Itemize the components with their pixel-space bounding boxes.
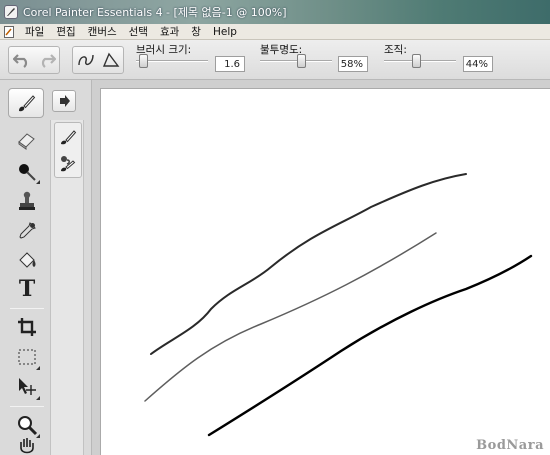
title-bar: Corel Painter Essentials 4 - [제목 없음-1 @ … [0, 0, 550, 24]
eraser-tool[interactable] [12, 124, 42, 154]
crop-icon [18, 318, 36, 336]
text-icon: T [18, 276, 36, 302]
redo-icon[interactable] [34, 47, 59, 73]
grain-slider[interactable] [384, 54, 456, 68]
arrow-right-icon [60, 95, 70, 107]
menu-bar: 파일 편집 캔버스 선택 효과 창 Help [0, 24, 550, 40]
eraser-icon [18, 133, 35, 150]
toolbox-divider [10, 406, 44, 407]
window-title: Corel Painter Essentials 4 - [제목 없음-1 @ … [23, 6, 287, 19]
paint-bucket-tool[interactable] [12, 246, 42, 276]
paint-bucket-icon [19, 252, 36, 268]
cloner-stamp-tool[interactable] [12, 186, 42, 216]
brush-size-slider[interactable] [136, 54, 208, 68]
sub-clone-brush-tool[interactable] [55, 150, 81, 176]
stroke-lower [207, 254, 533, 437]
menu-effects[interactable]: 효과 [154, 24, 185, 39]
brush-subpanel [50, 120, 84, 455]
magnifier-icon [18, 416, 38, 436]
dropper-blob-icon [19, 164, 36, 181]
brush-icon [61, 130, 77, 145]
stroke-middle [144, 232, 437, 402]
toolbox-divider [10, 308, 44, 309]
rectangle-select-icon [18, 349, 36, 365]
grain-thumb[interactable] [412, 54, 421, 68]
freehand-stroke-icon[interactable] [73, 47, 98, 73]
dropper-blob-tool[interactable] [12, 156, 42, 186]
eyedropper-icon [19, 222, 36, 239]
transform-move-tool[interactable] [12, 372, 42, 402]
brush-size-thumb[interactable] [139, 54, 148, 68]
canvas-area: BodNara [92, 80, 550, 455]
stroke-upper [150, 173, 467, 355]
brush-tool-tab[interactable] [8, 88, 44, 118]
straight-line-stroke-icon[interactable] [98, 47, 123, 73]
eyedropper-tool[interactable] [12, 216, 42, 246]
cloner-stamp-icon [19, 191, 35, 210]
expand-panel-button[interactable] [52, 90, 76, 112]
brush-size-value[interactable]: 1.6 [215, 56, 245, 72]
rectangle-select-tool[interactable] [12, 342, 42, 372]
clone-brush-icon [61, 156, 76, 172]
menu-window[interactable]: 창 [185, 24, 207, 39]
document-icon[interactable] [3, 25, 15, 38]
sub-brush-tool[interactable] [55, 124, 81, 150]
transform-move-icon [19, 378, 36, 395]
menu-edit[interactable]: 편집 [50, 24, 81, 39]
opacity-thumb[interactable] [297, 54, 306, 68]
menu-file[interactable]: 파일 [19, 24, 50, 39]
brush-icon [19, 95, 36, 112]
property-bar: 브러시 크기: 1.6 불투명도: 58% 조직: 44% [0, 40, 550, 80]
canvas-strokes [144, 173, 533, 437]
grabber-hand-tool[interactable] [12, 436, 42, 455]
grabber-hand-icon [20, 438, 34, 454]
crop-tool[interactable] [12, 312, 42, 342]
stroke-type-group [72, 46, 124, 74]
undo-icon[interactable] [9, 47, 34, 73]
menu-select[interactable]: 선택 [123, 24, 154, 39]
opacity-track [260, 60, 332, 62]
watermark: BodNara [476, 438, 544, 453]
menu-canvas[interactable]: 캔버스 [82, 24, 123, 39]
opacity-value[interactable]: 58% [338, 56, 368, 72]
undo-redo-group [8, 46, 60, 74]
toolbox: T [0, 80, 92, 455]
drawing-canvas[interactable]: BodNara [100, 88, 550, 455]
opacity-slider[interactable] [260, 54, 332, 68]
painter-brush-icon [4, 5, 18, 19]
text-tool[interactable]: T [12, 274, 42, 304]
grain-value[interactable]: 44% [463, 56, 493, 72]
menu-help[interactable]: Help [207, 26, 243, 38]
